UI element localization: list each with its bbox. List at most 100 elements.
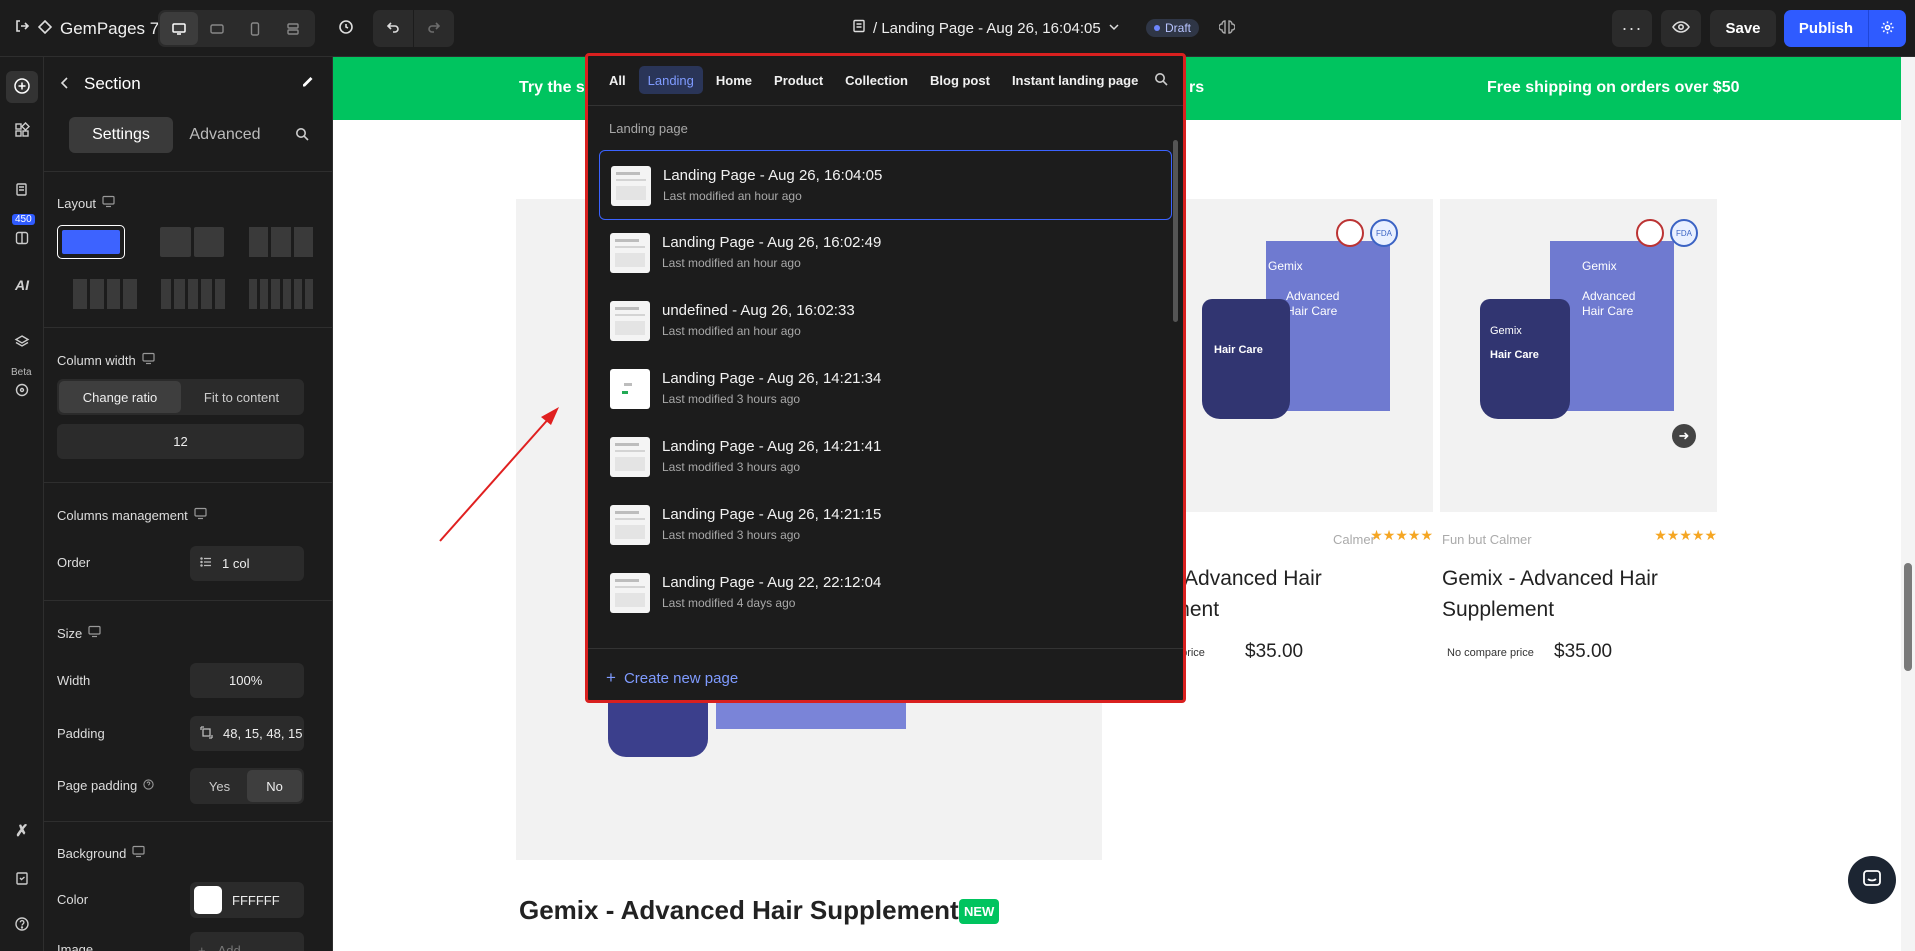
page-modified: Last modified 3 hours ago [662,528,801,542]
monitor-icon [88,625,101,641]
edit-pen-icon[interactable] [300,73,316,94]
gempages-icon [37,19,53,39]
back-icon[interactable] [60,74,70,94]
padding-input[interactable]: 48, 15, 48, 15 [190,716,304,751]
carousel-next-icon[interactable]: ➜ [1672,424,1696,448]
layout-option-4col[interactable] [73,279,137,309]
more-options-button[interactable]: ··· [1612,10,1652,47]
tablet-view-button[interactable] [198,12,236,45]
undo-button[interactable] [373,10,413,47]
banner-text-left: Try the sc [519,79,594,96]
page-list-item[interactable]: Landing Page - Aug 26, 14:21:41 Last modi… [599,422,1172,492]
redo-button[interactable] [413,10,454,47]
publish-settings-button[interactable] [1868,10,1906,47]
undo-redo-group [373,10,454,47]
page-modified: Last modified 3 hours ago [662,392,801,406]
page-padding-no[interactable]: No [247,770,302,802]
product-name[interactable]: Gemix - Advanced Hair Supplement [1442,563,1658,625]
page-padding-yes[interactable]: Yes [192,779,247,794]
tab-all[interactable]: All [600,66,635,94]
page-list-item[interactable]: Landing Page - Aug 26, 16:02:49 Last modi… [599,218,1172,288]
page-list-item[interactable]: undefined - Aug 26, 16:02:33 Last modifie… [599,286,1172,356]
panel-title: Section [84,73,141,93]
ai-icon: AI [15,277,29,293]
left-icon-rail: 450 AI Beta ✗ [0,57,44,951]
search-icon[interactable] [295,127,309,144]
color-swatch[interactable] [194,886,222,914]
dropdown-scrollbar[interactable] [1173,140,1178,322]
page-selector[interactable]: / Landing Page - Aug 26, 16:04:05 [852,19,1120,37]
tab-landing[interactable]: Landing [638,66,703,94]
fit-to-content-button[interactable]: Fit to content [181,390,302,405]
add-element-button[interactable] [6,71,38,103]
page-thumbnail [610,437,650,477]
layout-option-3col[interactable] [249,227,313,257]
color-input[interactable]: FFFFFF [190,882,304,918]
help-button[interactable] [10,913,34,937]
mobile-view-button[interactable] [236,12,274,45]
save-button[interactable]: Save [1710,10,1776,47]
canvas-scrollbar[interactable] [1901,57,1915,951]
ai-button[interactable]: AI [10,273,34,297]
publish-button[interactable]: Publish [1784,10,1868,47]
palette-icon [14,382,30,401]
history-button[interactable] [332,9,360,47]
page-icon [852,19,866,37]
panel-header: Section [60,73,316,94]
sections-button[interactable] [10,119,34,143]
layers-button[interactable] [10,331,34,355]
apps-button[interactable] [10,227,34,251]
chat-support-button[interactable] [1848,856,1896,904]
padding-icon [200,725,213,742]
search-icon[interactable] [1154,72,1168,89]
theme-button[interactable] [10,379,34,403]
width-input[interactable]: 100% [190,663,304,698]
page-list-item[interactable]: Landing Page - Aug 26, 14:21:34 Last modi… [599,354,1172,424]
banner-text-mid: rs [1189,79,1205,96]
top-toolbar: GemPages 7 / Landing Page - Aug 26, 16:0… [0,0,1915,57]
layout-option-2col[interactable] [160,227,224,257]
product-image[interactable]: Gemix Advanced Hair Care Hair Care FDA [1156,199,1433,512]
page-list-item[interactable]: Landing Page - Aug 26, 14:21:15 Last modi… [599,490,1172,560]
main-product-title[interactable]: Gemix - Advanced Hair Supplement [519,895,959,926]
layout-option-5col[interactable] [161,279,226,309]
tab-instant-landing-page[interactable]: Instant landing page [1003,66,1147,94]
tasks-button[interactable] [10,867,34,891]
new-badge: NEW [959,899,1000,924]
page-list-item[interactable]: Landing Page - Aug 26, 16:04:05 Last modi… [599,150,1172,220]
section-label: Landing page [609,121,688,136]
monitor-icon [142,352,155,368]
tab-home[interactable]: Home [707,66,761,94]
order-select[interactable]: 1 col [190,546,304,581]
tab-advanced[interactable]: Advanced [173,117,277,153]
layout-option-1col[interactable] [57,225,125,259]
pages-button[interactable] [10,179,34,203]
tab-blog-post[interactable]: Blog post [921,66,999,94]
exit-icon [14,18,30,39]
create-new-page-button[interactable]: + Create new page [606,668,738,688]
ratio-input[interactable]: 12 [57,424,304,459]
tab-product[interactable]: Product [765,66,832,94]
tab-settings[interactable]: Settings [69,117,173,153]
page-list-item[interactable]: Landing Page - Aug 22, 22:12:04 Last modi… [599,558,1172,628]
brain-icon [1218,19,1236,38]
page-padding-label: Page padding [57,778,154,793]
change-ratio-button[interactable]: Change ratio [59,381,181,413]
preview-button[interactable] [1661,10,1701,47]
page-name: Landing Page - Aug 26, 14:21:34 [662,370,882,387]
product-image[interactable]: Gemix Advanced Hair Care Gemix Hair Care… [1440,199,1717,512]
image-input[interactable]: + Add [190,932,304,951]
desktop-view-button[interactable] [160,12,198,45]
banner-text-right: Free shipping on orders over $50 [1487,79,1740,96]
brain-ai-button[interactable] [1214,13,1240,43]
column-width-label: Column width [57,352,155,368]
width-label: Width [57,673,91,688]
layout-view-button[interactable] [274,12,312,45]
status-badge: Draft [1146,19,1200,37]
page-modified: Last modified 4 days ago [662,596,796,610]
image-placeholder: Add [217,942,241,951]
x-logo-button[interactable]: ✗ [10,819,34,843]
tab-collection[interactable]: Collection [836,66,917,94]
app-logo[interactable]: GemPages 7 [14,18,159,39]
layout-option-6col[interactable] [249,279,314,309]
